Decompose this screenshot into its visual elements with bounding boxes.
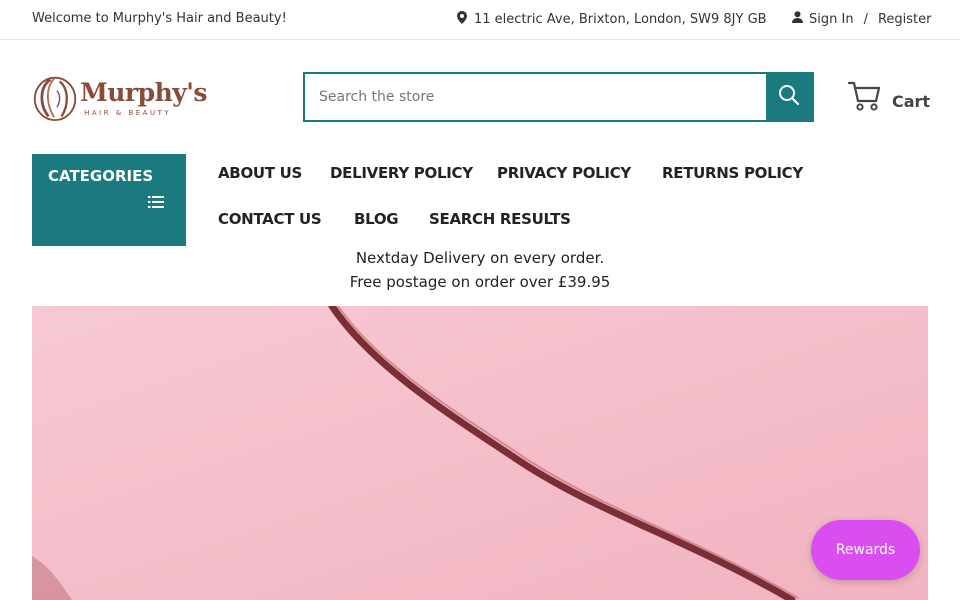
cart-link[interactable]: Cart (847, 80, 931, 116)
nav-contact-us[interactable]: CONTACT US (218, 210, 322, 228)
rewards-button[interactable]: Rewards (811, 520, 920, 580)
nav-about-us[interactable]: ABOUT US (218, 164, 302, 182)
logo-name: Murphy's (80, 78, 207, 107)
logo-wordmark: Murphy's HAIR & BEAUTY (80, 78, 207, 118)
user-icon (792, 11, 803, 27)
top-bar: Welcome to Murphy's Hair and Beauty! 11 … (0, 0, 960, 40)
search-button[interactable] (766, 74, 812, 120)
nav-returns-policy[interactable]: RETURNS POLICY (662, 164, 803, 182)
cart-label: Cart (892, 91, 931, 111)
nav-privacy-policy[interactable]: PRIVACY POLICY (497, 164, 631, 182)
register-link[interactable]: Register (878, 12, 932, 27)
search-icon (778, 84, 800, 110)
cart-icon (847, 80, 882, 116)
store-logo[interactable]: Murphy's HAIR & BEAUTY (32, 70, 207, 126)
categories-menu-button[interactable]: CATEGORIES (32, 154, 186, 246)
account-separator: / (863, 11, 868, 27)
account-links: Sign In / Register (792, 11, 931, 27)
logo-tagline: HAIR & BEAUTY (84, 109, 172, 117)
delivery-promo: Nextday Delivery on every order. Free po… (0, 246, 960, 294)
store-address-link[interactable]: 11 electric Ave, Brixton, London, SW9 8J… (457, 11, 767, 28)
search-bar (303, 72, 814, 122)
search-input[interactable] (305, 74, 766, 120)
hero-banner[interactable] (32, 306, 928, 600)
nav-delivery-policy[interactable]: DELIVERY POLICY (330, 164, 473, 182)
map-pin-icon (457, 11, 467, 28)
hero-hair-strand-image (32, 306, 928, 600)
promo-line-2: Free postage on order over £39.95 (349, 273, 611, 291)
welcome-message: Welcome to Murphy's Hair and Beauty! (32, 11, 287, 26)
logo-face-icon (33, 76, 77, 122)
promo-line-1: Nextday Delivery on every order. (355, 249, 605, 267)
sign-in-link[interactable]: Sign In (809, 12, 854, 27)
store-address: 11 electric Ave, Brixton, London, SW9 8J… (474, 12, 767, 27)
categories-label: CATEGORIES (48, 167, 154, 185)
nav-blog[interactable]: BLOG (354, 210, 399, 228)
list-icon (148, 194, 164, 213)
nav-search-results[interactable]: SEARCH RESULTS (429, 210, 571, 228)
